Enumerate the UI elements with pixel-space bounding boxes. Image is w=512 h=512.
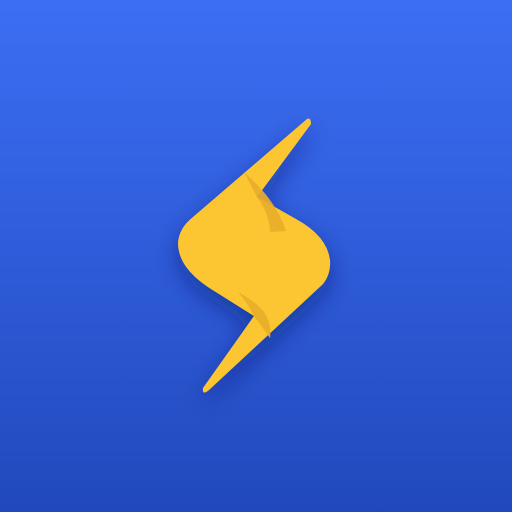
lightning-bolt-icon xyxy=(178,118,331,393)
app-icon xyxy=(0,0,512,512)
bolt-shape xyxy=(178,118,331,393)
